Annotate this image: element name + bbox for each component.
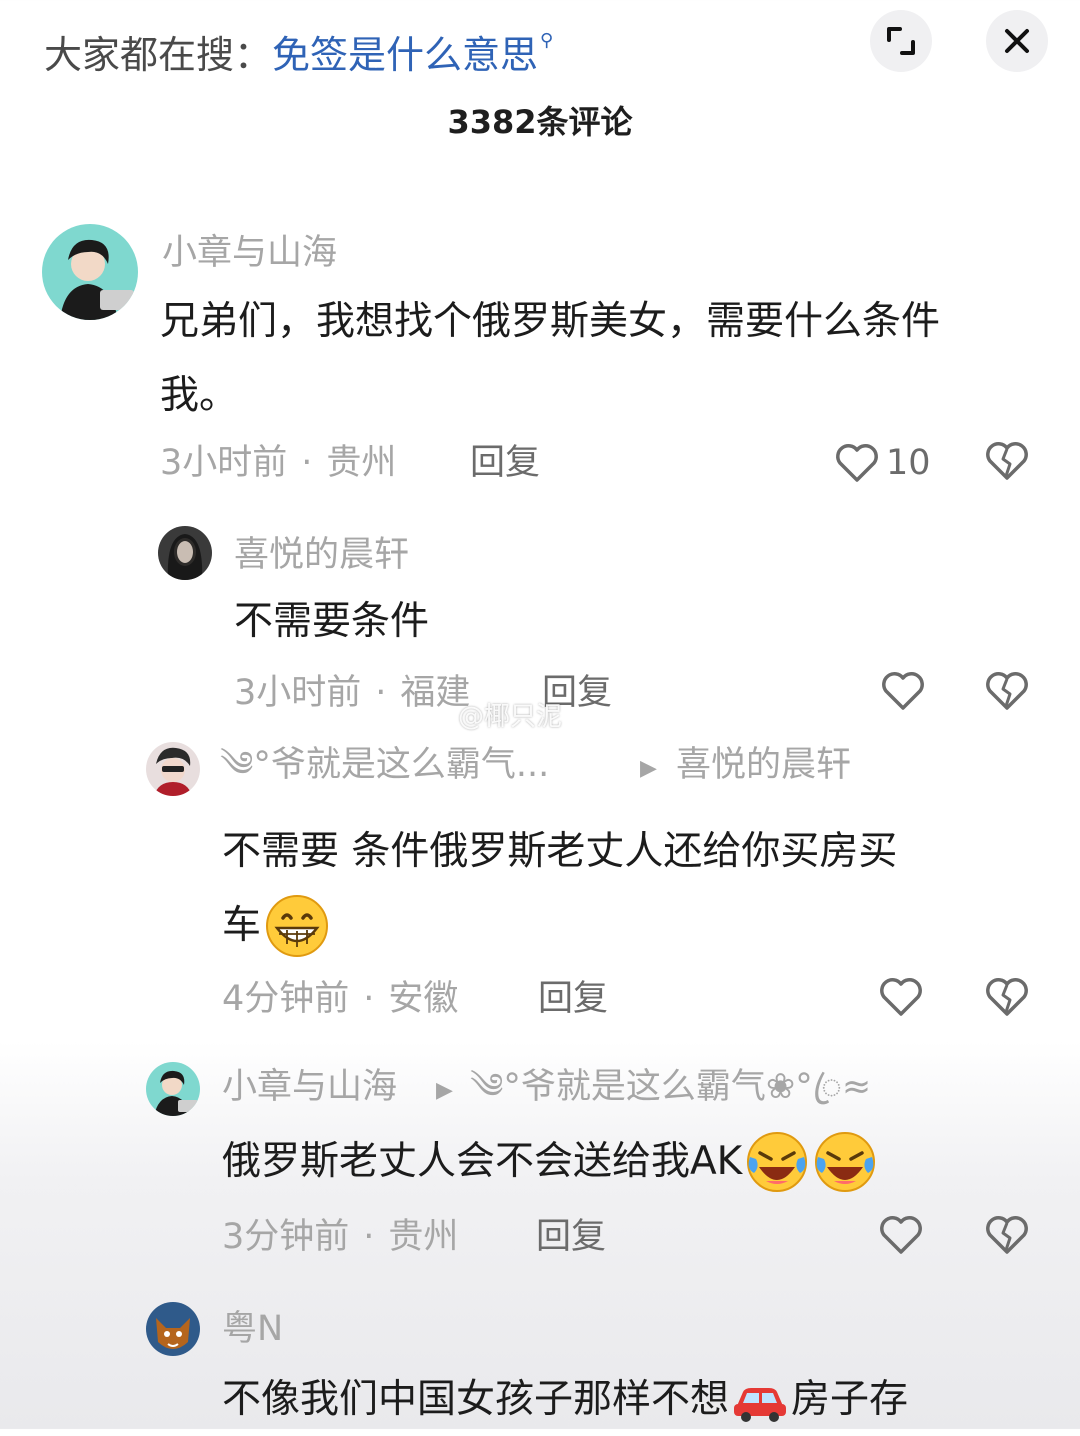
heart-icon: [880, 1216, 922, 1254]
avatar-illustration: [154, 1070, 198, 1116]
watermark: @椰只泥: [458, 702, 563, 732]
heart-icon: [836, 444, 878, 482]
comment-meta: 3分钟前 · 贵州: [222, 1217, 459, 1257]
close-icon: [1005, 29, 1029, 53]
comment-username[interactable]: 喜悦的晨轩: [234, 530, 409, 580]
search-suggestion[interactable]: 大家都在搜：免签是什么意思 ⚲: [44, 14, 553, 82]
comment-text: 不需要 条件俄罗斯老丈人还给你买房买: [222, 829, 898, 874]
dislike-button[interactable]: [984, 976, 1030, 1022]
reply-arrow-icon: ▶: [640, 756, 657, 781]
expand-button[interactable]: [870, 10, 932, 72]
reply-to-username[interactable]: ༄°爷就是这么霸气❀°ꦿ≈: [470, 1062, 871, 1112]
comment-text-after: 房子存: [791, 1377, 909, 1422]
comment-time: 3分钟前: [222, 1217, 350, 1257]
reply-arrow-icon: ▶: [436, 1078, 453, 1103]
like-button[interactable]: 10: [834, 438, 931, 488]
car-icon: [734, 1388, 787, 1422]
comment-text: 不像我们中国女孩子那样不想: [222, 1377, 730, 1422]
expand-icon: [887, 27, 915, 55]
avatar[interactable]: [146, 742, 200, 796]
like-button[interactable]: [880, 670, 926, 716]
broken-heart-icon: [986, 978, 1028, 1016]
comment-count: 3382条评论: [447, 103, 633, 141]
avatar[interactable]: [158, 526, 212, 580]
comment-time: 3小时前: [160, 443, 288, 483]
like-button[interactable]: [878, 976, 924, 1022]
comment-text: 兄弟们，我想找个俄罗斯美女，需要什么条件: [160, 299, 941, 344]
broken-heart-icon: [986, 442, 1028, 480]
comment-text-continued: 我。: [160, 373, 239, 418]
avatar[interactable]: [146, 1062, 200, 1116]
comment-text: 俄罗斯老丈人会不会送给我AK: [222, 1139, 743, 1184]
broken-heart-icon: [986, 672, 1028, 710]
avatar-illustration: [154, 747, 192, 796]
grinning-face-icon: [266, 895, 329, 957]
comment-username[interactable]: 粤N: [222, 1304, 283, 1354]
dislike-button[interactable]: [984, 1214, 1030, 1260]
avatar[interactable]: [42, 224, 138, 320]
comment-text-line: 俄罗斯老丈人会不会送给我AK: [222, 1126, 878, 1198]
search-keyword-link[interactable]: 免签是什么意思: [272, 33, 538, 77]
comment-meta: 4分钟前 · 安徽: [222, 979, 459, 1019]
comment-text: 不需要条件: [234, 599, 430, 644]
comment-username[interactable]: 小章与山海: [222, 1062, 397, 1112]
comment-location: 贵州: [388, 1217, 459, 1257]
reply-button[interactable]: 回复: [536, 1212, 606, 1262]
broken-heart-icon: [986, 1216, 1028, 1254]
rolling-laughing-icon: [747, 1132, 808, 1192]
like-button[interactable]: [878, 1214, 924, 1260]
close-button[interactable]: [986, 10, 1048, 72]
comment-location: 贵州: [326, 443, 397, 483]
avatar-illustration: [60, 239, 134, 320]
reply-button[interactable]: 回复: [470, 438, 540, 488]
comment-text-continued: 车: [222, 903, 262, 948]
comment-time: 4分钟前: [222, 979, 350, 1019]
comment-location: 安徽: [388, 979, 459, 1019]
dislike-button[interactable]: [984, 670, 1030, 716]
comment-text-line: 不像我们中国女孩子那样不想 房子存: [222, 1364, 908, 1436]
comment-meta: 3小时前 · 福建: [234, 673, 471, 713]
like-count: 10: [886, 443, 931, 483]
reply-to-username[interactable]: 喜悦的晨轩: [676, 740, 851, 790]
comment-text-continued-line: 车: [222, 890, 331, 962]
reply-button[interactable]: 回复: [538, 974, 608, 1024]
avatar-illustration: [167, 534, 203, 580]
comment-username[interactable]: 小章与山海: [162, 228, 337, 278]
rolling-laughing-icon: [815, 1132, 876, 1192]
comment-time: 3小时前: [234, 673, 362, 713]
search-icon: ⚲: [540, 30, 554, 51]
dislike-button[interactable]: [984, 440, 1030, 486]
heart-icon: [880, 978, 922, 1016]
avatar[interactable]: [146, 1302, 200, 1356]
heart-icon: [882, 672, 924, 710]
comment-meta: 3小时前 · 贵州: [160, 443, 397, 483]
comment-username[interactable]: ༄°爷就是这么霸气...: [220, 740, 549, 790]
avatar-illustration: [156, 1318, 190, 1349]
search-prefix: 大家都在搜：: [44, 33, 273, 77]
